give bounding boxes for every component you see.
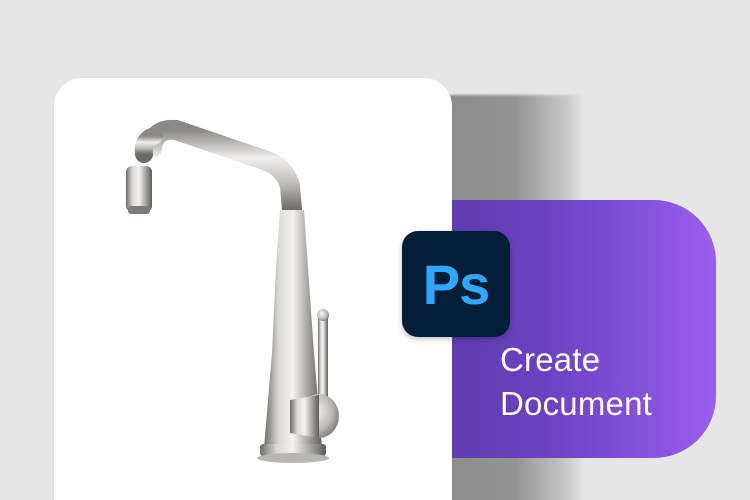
photoshop-icon[interactable]: Ps bbox=[402, 231, 510, 337]
create-document-label: Create Document bbox=[500, 338, 652, 426]
photoshop-icon-text: Ps bbox=[422, 252, 491, 316]
product-image-card bbox=[54, 78, 452, 500]
label-line-1: Create bbox=[500, 341, 601, 378]
faucet-image bbox=[126, 119, 339, 463]
promo-scene: Create Document Ps bbox=[0, 0, 750, 500]
label-line-2: Document bbox=[500, 385, 653, 422]
